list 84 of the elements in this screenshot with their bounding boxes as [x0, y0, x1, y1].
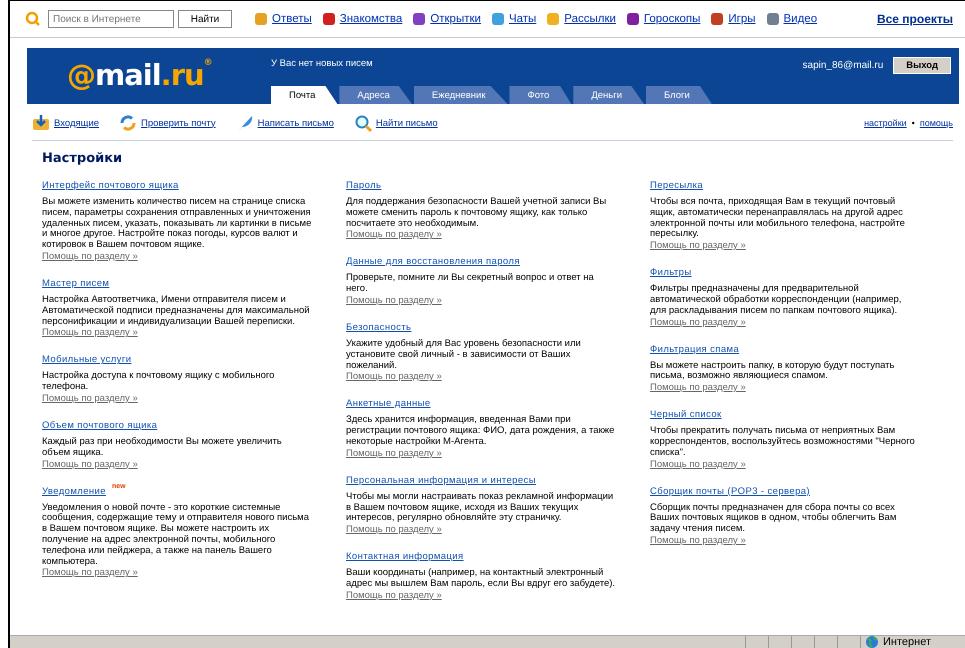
- section-link[interactable]: Анкетные данные: [346, 398, 431, 410]
- help-link[interactable]: Помощь по разделу »: [42, 458, 138, 470]
- toolbar-link[interactable]: Написать письмо: [258, 118, 334, 128]
- nav-tab[interactable]: Деньги: [573, 86, 644, 104]
- section-description: Вы можете настроить папку, в которую будут поступать письма, возможно являющиеся спамом.: [650, 360, 896, 382]
- help-link[interactable]: Помощь по разделу »: [650, 382, 746, 394]
- all-projects-link[interactable]: Все проекты: [876, 12, 953, 26]
- section-description: Чтобы мы могли настраивать показ рекламной информации в Вашем почтовом ящике, исходя из Ваших текущих интересов, регулярно обновляйте эту страничку.: [346, 492, 614, 524]
- help-link[interactable]: помощь: [920, 118, 953, 128]
- help-link[interactable]: Помощь по разделу »: [346, 229, 442, 240]
- section-link[interactable]: Контактная информация: [346, 551, 464, 562]
- project-link[interactable]: Игры: [728, 13, 756, 25]
- help-link[interactable]: Помощь по разделу »: [42, 327, 138, 338]
- separator-dot: •: [912, 118, 915, 128]
- help-link[interactable]: Помощь по разделу »: [650, 458, 746, 470]
- section-link[interactable]: Данные для восстановления пароля: [346, 256, 520, 268]
- inbox-icon[interactable]: [32, 114, 50, 132]
- help-link[interactable]: Помощь по разделу »: [42, 567, 138, 578]
- toolbar-link[interactable]: Проверить почту: [141, 118, 216, 128]
- project-link[interactable]: Ответы: [272, 13, 312, 25]
- help-link[interactable]: Помощь по разделу »: [650, 316, 746, 328]
- project-link[interactable]: Гороскопы: [644, 13, 700, 25]
- section-description: Фильтры предназначены для предварительной автоматической обработки корреспонденции (например, для раскладывания писем по папкам почтового ящика).: [650, 284, 902, 317]
- nav-tab[interactable]: Адреса: [339, 86, 412, 104]
- section-description: Сборщик почты предназначен для сбора почты со всех Ваших почтовых ящиков в одном, чтобы облегчить Вам задачу чтения писем.: [650, 502, 898, 535]
- section-link[interactable]: Персональная информация и интересы: [346, 474, 536, 486]
- nav-tab[interactable]: Почта: [271, 86, 338, 104]
- feather-icon[interactable]: [236, 114, 254, 132]
- section-link[interactable]: Фильтрация спама: [650, 344, 740, 355]
- section-description: Ваши координаты (например, на контактный электронный адрес мы вышлем Вам пароль, если Вы вдруг его забудете).: [346, 568, 616, 590]
- help-link[interactable]: Помощь по разделу »: [42, 250, 138, 262]
- logout-button[interactable]: Выход: [893, 57, 951, 74]
- section-description: Чтобы прекратить получать письма от неприятных Вам корреспондентов, воспользуйтесь возможностями "Черного списка".: [650, 426, 916, 459]
- section-link[interactable]: Фильтры: [650, 267, 692, 278]
- section-description: Уведомления о новой почте - это короткие системные сообщения, содержащие тему и отправителя нового письма в Вашем почтовом ящике. Вы можете настроить их получение на адрес электронной почты, мобильного телефона или пейджера, а также на панель Вашего компьютера.: [42, 502, 310, 568]
- nav-tab[interactable]: Блоги: [646, 86, 712, 104]
- project-link[interactable]: Чаты: [508, 13, 536, 25]
- help-link[interactable]: Помощь по разделу »: [42, 392, 138, 404]
- help-link[interactable]: Помощь по разделу »: [346, 371, 442, 382]
- project-link[interactable]: Видео: [784, 13, 818, 25]
- magnifier-icon[interactable]: [354, 114, 372, 132]
- section-description: Здесь хранится информация, введенная Вами при регистрации почтового ящика: ФИО, дата рождения, а также некоторые настройки М-Агента.: [346, 415, 616, 448]
- project-link[interactable]: Открытки: [430, 13, 481, 25]
- section-link[interactable]: Мобильные услуги: [42, 354, 132, 366]
- section-description: Настройка Автоответчика, Имени отправителя писем и Автоматической подписи предназначены для максимальной персонификации и индивидуализации Вашей переписки.: [42, 294, 311, 328]
- nav-tab[interactable]: Ежедневник: [414, 86, 508, 104]
- mail-notice: У Вас нет новых писем: [271, 58, 374, 69]
- project-link[interactable]: Знакомства: [340, 13, 402, 25]
- section-description: Вы можете изменить количество писем на странице списка писем, параметры сохранения отправленных и уничтожения удаленных писем, указать, показывать ли картинки в письме и многое другое. Настройте показ погоды, курсов валют и котировок в Вашем почтовом ящике.: [42, 197, 312, 251]
- section-link[interactable]: Уведомление: [42, 486, 106, 497]
- help-link[interactable]: Помощь по разделу »: [346, 294, 442, 306]
- search-field[interactable]: Поиск в Интернете: [48, 10, 174, 28]
- zone-label: Интернет: [883, 636, 931, 648]
- section-link[interactable]: Пароль: [346, 180, 382, 191]
- toolbar-link[interactable]: Найти письмо: [376, 118, 438, 128]
- toolbar-link[interactable]: Входящие: [54, 118, 100, 128]
- section-description: Для поддержания безопасности Вашей учетной записи Вы можете сменить пароль к почтовому ящику, как только посчитаете это необходимым.: [346, 197, 608, 230]
- section-link[interactable]: Черный список: [650, 409, 722, 420]
- section-link[interactable]: Объем почтового ящика: [42, 420, 158, 431]
- nav-tab[interactable]: Фото: [509, 86, 572, 104]
- section-link[interactable]: Пересылка: [650, 180, 704, 191]
- settings-link[interactable]: настройки: [864, 118, 907, 128]
- globe-icon: [865, 635, 879, 648]
- help-link[interactable]: Помощь по разделу »: [650, 240, 746, 252]
- help-link[interactable]: Помощь по разделу »: [346, 524, 442, 536]
- refresh-icon[interactable]: [119, 114, 138, 132]
- help-link[interactable]: Помощь по разделу »: [346, 590, 442, 601]
- section-description: Проверьте, помните ли Вы секретный вопрос и ответ на него.: [346, 273, 595, 295]
- logo[interactable]: @mail.ru®: [27, 48, 257, 104]
- section-link[interactable]: Мастер писем: [42, 278, 110, 289]
- help-link[interactable]: Помощь по разделу »: [346, 448, 442, 459]
- page-title: Настройки: [42, 151, 124, 166]
- section-description: Укажите удобный для Вас уровень безопасности или установите свой личный - в зависимости от Ваших пожеланий.: [346, 338, 582, 372]
- section-link[interactable]: Интерфейс почтового ящика: [42, 180, 179, 191]
- project-link[interactable]: Рассылки: [564, 13, 616, 25]
- search-button[interactable]: Найти: [178, 10, 232, 28]
- section-description: Каждый раз при необходимости Вы можете увеличить объем ящика.: [42, 436, 283, 459]
- section-description: Настройка доступа к почтовому ящику с мобильного телефона.: [42, 371, 276, 393]
- help-link[interactable]: Помощь по разделу »: [650, 534, 746, 546]
- section-description: Чтобы вся почта, приходящая Вам в текущий почтовый ящик, автоматически перенаправлялась на другой адрес электронной почты или мобильного телефона, настройте пересылку.: [650, 197, 906, 240]
- search-icon: [25, 11, 41, 27]
- section-link[interactable]: Сборщик почты (POP3 - сервера): [650, 486, 810, 497]
- section-link[interactable]: Безопасность: [346, 322, 412, 333]
- user-email: sapin_86@mail.ru: [802, 60, 884, 71]
